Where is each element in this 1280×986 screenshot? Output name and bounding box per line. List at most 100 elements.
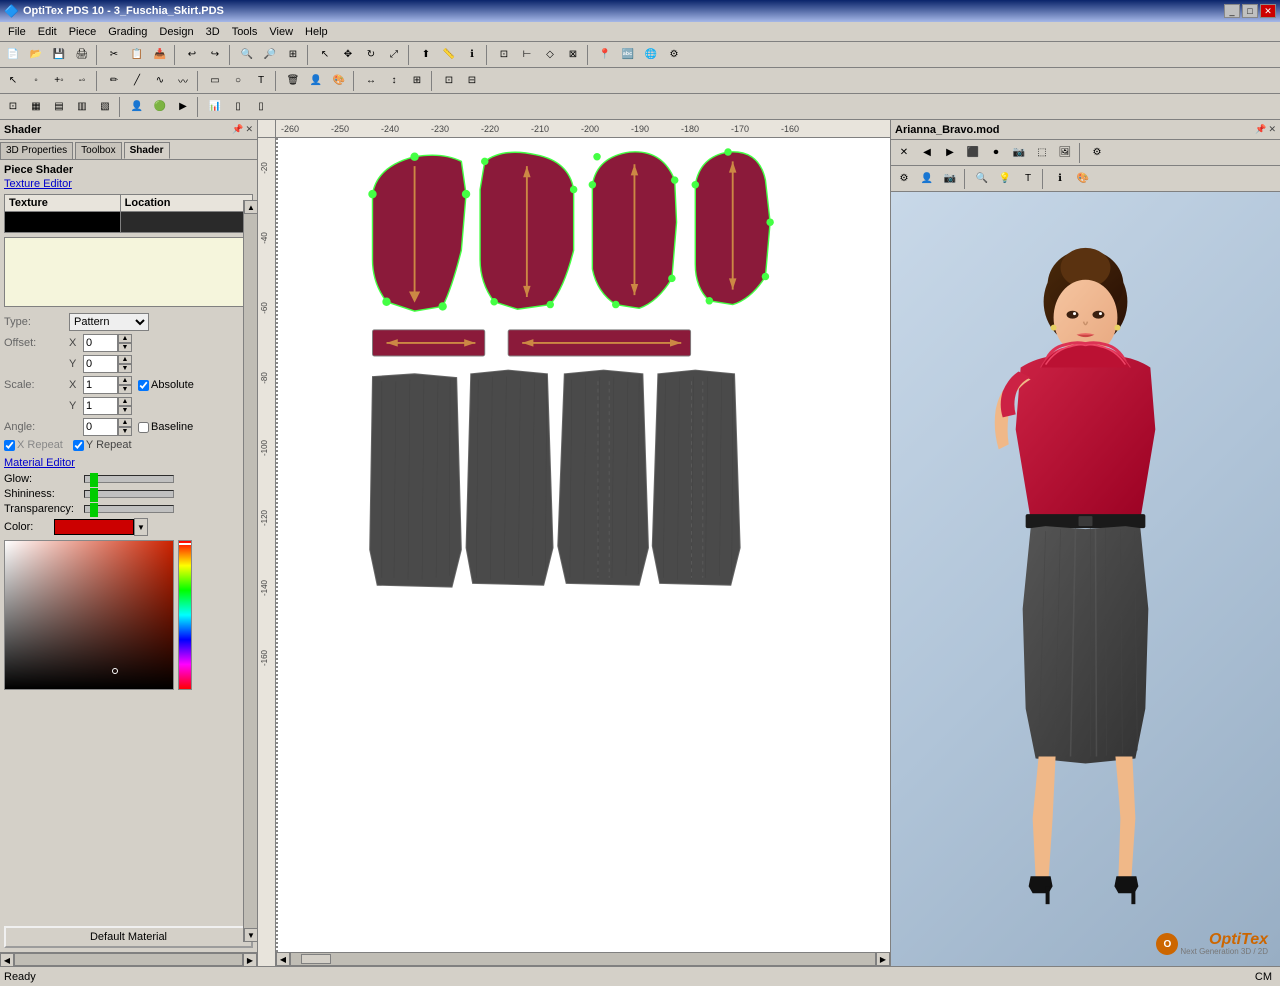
color-gradient[interactable] [4,540,174,690]
hscroll-left-btn[interactable]: ◀ [0,953,14,967]
tb2-spline[interactable]: 〰 [172,70,194,92]
piece-waistband-2[interactable] [508,330,690,356]
tb-grainline[interactable]: ⬆ [415,44,437,66]
tb-zoom-fit[interactable]: ⊞ [282,44,304,66]
minimize-button[interactable]: _ [1224,4,1240,18]
tb3-table1[interactable]: ⊡ [2,96,24,118]
tb2-rect[interactable]: ▭ [204,70,226,92]
tb-annotation[interactable]: 🔤 [617,44,639,66]
tb-move[interactable]: ✥ [337,44,359,66]
tb3-data2[interactable]: ▯ [250,96,272,118]
menu-help[interactable]: Help [299,24,334,40]
tb2-flip-v[interactable]: ↕ [383,70,405,92]
model-tb-close[interactable]: ✕ [893,142,915,164]
model-tb-prev[interactable]: ◀ [916,142,938,164]
type-select[interactable]: Pattern Solid [69,313,149,331]
tb2-avatar[interactable]: 👤 [305,70,327,92]
angle-up[interactable]: ▲ [118,418,132,427]
tb-measure[interactable]: 📏 [438,44,460,66]
tb2-node[interactable]: ◦ [25,70,47,92]
transparency-thumb[interactable] [90,503,98,517]
tb3-table4[interactable]: ▥ [71,96,93,118]
offset-y-spinner[interactable]: ▲ ▼ [118,355,132,373]
absolute-checkbox[interactable] [138,380,149,391]
tab-3d-properties[interactable]: 3D Properties [0,142,73,159]
color-swatch[interactable] [54,519,134,535]
tb-zoom-in[interactable]: 🔍 [236,44,258,66]
tb-print[interactable]: 🖨 [71,44,93,66]
piece-bodice-back-left[interactable] [589,152,679,308]
piece-skirt-3[interactable] [558,370,649,585]
model-tb-render[interactable]: 🖼 [1054,142,1076,164]
tb2-text[interactable]: T [250,70,272,92]
scale-x-up[interactable]: ▲ [118,376,132,385]
tb-rotate[interactable]: ↻ [360,44,382,66]
texture-editor-link[interactable]: Texture Editor [4,178,253,190]
menu-3d[interactable]: 3D [200,24,226,40]
tb-notch[interactable]: ⊢ [516,44,538,66]
panel-pin-button[interactable]: 📌 [232,124,243,135]
model-tb2-camera[interactable]: 📷 [939,168,961,190]
tb-undo[interactable]: ↩ [181,44,203,66]
menu-view[interactable]: View [263,24,299,40]
angle-input[interactable] [83,418,118,436]
tb-cut[interactable]: ✂ [103,44,125,66]
tb3-data1[interactable]: ▯ [227,96,249,118]
tb3-table3[interactable]: ▤ [48,96,70,118]
menu-tools[interactable]: Tools [226,24,264,40]
tb-scale[interactable]: ⤢ [383,44,405,66]
menu-file[interactable]: File [2,24,32,40]
model-tb2-1[interactable]: ⚙ [893,168,915,190]
menu-edit[interactable]: Edit [32,24,63,40]
texture-row-1[interactable] [5,212,253,233]
hscroll-right-btn[interactable]: ▶ [243,953,257,967]
tb3-table5[interactable]: ▧ [94,96,116,118]
tb-seam[interactable]: ⊡ [493,44,515,66]
tb-copy[interactable]: 📋 [126,44,148,66]
angle-spinner[interactable]: ▲ ▼ [118,418,132,436]
tab-toolbox[interactable]: Toolbox [75,142,121,159]
tb-redo[interactable]: ↪ [204,44,226,66]
model-close-button[interactable]: ✕ [1268,124,1276,135]
scale-y-input[interactable] [83,397,118,415]
hscroll-left[interactable]: ◀ [276,952,290,966]
model-tb-snapshot[interactable]: 📷 [1008,142,1030,164]
tb2-group[interactable]: ⊡ [438,70,460,92]
model-tb-settings[interactable]: ⚙ [1086,142,1108,164]
tb-zoom-out[interactable]: 🔎 [259,44,281,66]
tb2-flip-h[interactable]: ↔ [360,70,382,92]
model-tb2-text[interactable]: T [1017,168,1039,190]
menu-grading[interactable]: Grading [102,24,153,40]
tb3-chart[interactable]: 📊 [204,96,226,118]
tb2-align[interactable]: ⊞ [406,70,428,92]
tb3-sim[interactable]: 🟢 [149,96,171,118]
piece-bodice-left-front[interactable] [369,153,470,311]
close-button[interactable]: ✕ [1260,4,1276,18]
maximize-button[interactable]: □ [1242,4,1258,18]
model-tb-play[interactable]: ▶ [939,142,961,164]
piece-bodice-right-front[interactable] [480,152,577,309]
scale-x-down[interactable]: ▼ [118,385,132,394]
vscroll-down-btn[interactable]: ▼ [244,928,258,942]
model-tb2-light[interactable]: 💡 [994,168,1016,190]
baseline-checkbox[interactable] [138,422,149,433]
scale-y-spinner[interactable]: ▲ ▼ [118,397,132,415]
piece-skirt-1[interactable] [370,374,462,587]
tb-paste[interactable]: 📥 [149,44,171,66]
model-3d-view[interactable]: O OptiTex Next Generation 3D / 2D [891,192,1280,966]
menu-design[interactable]: Design [153,24,199,40]
model-tb-stop[interactable]: ⬛ [962,142,984,164]
model-tb-wire[interactable]: ⬚ [1031,142,1053,164]
offset-x-input[interactable] [83,334,118,352]
tb-new[interactable]: 📄 [2,44,24,66]
hscroll-right[interactable]: ▶ [876,952,890,966]
scale-x-spinner[interactable]: ▲ ▼ [118,376,132,394]
texture-cell[interactable] [5,212,121,233]
scale-x-input[interactable] [83,376,118,394]
color-dropdown-btn[interactable]: ▼ [134,518,148,536]
model-tb2-paint[interactable]: 🎨 [1072,168,1094,190]
shininess-thumb[interactable] [90,488,98,502]
tb2-pointer[interactable]: ↖ [2,70,24,92]
default-material-button[interactable]: Default Material [4,926,253,948]
offset-x-up[interactable]: ▲ [118,334,132,343]
